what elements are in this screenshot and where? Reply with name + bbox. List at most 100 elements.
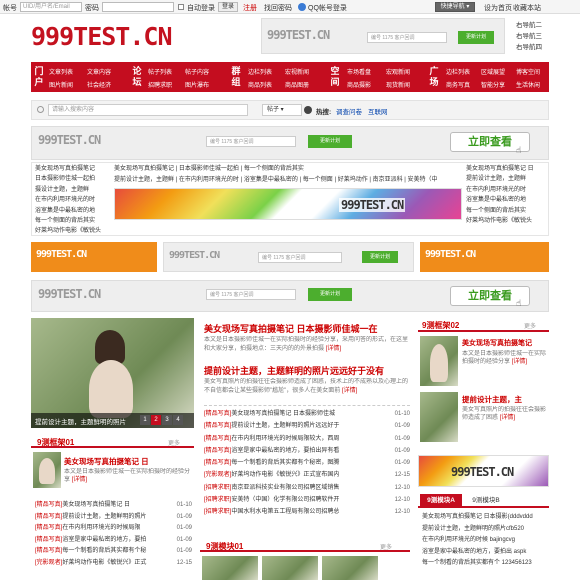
text-ad-item[interactable]: 安美特（中 — [408, 177, 438, 183]
nav-link[interactable]: 帖子内容 — [185, 67, 209, 76]
module1-thumbnail[interactable] — [202, 556, 258, 580]
text-ad-item[interactable]: 美女现场写真拍摄笔记 日 — [466, 164, 548, 174]
tab-module-a[interactable]: 9测模块A — [420, 494, 462, 508]
qq-login-link[interactable]: QQ帐号登录 — [308, 3, 347, 13]
nav-link[interactable]: 区域展望 — [481, 67, 505, 76]
list-item[interactable]: 美女现场写真拍摄笔记 日本摄影(dddvddd — [422, 512, 548, 524]
list-item[interactable]: [精品写真]提前设计主题，主题鲜明的照片远远好于 01-09 — [204, 420, 410, 432]
text-ad-item[interactable]: 好莱坞动作 — [338, 177, 368, 183]
slider-image[interactable] — [31, 318, 194, 428]
headline-title[interactable]: 美女现场写真拍摄笔记 日本摄影师佳城一在 — [204, 322, 410, 335]
site-logo[interactable]: 999TEST.CN — [31, 22, 173, 51]
headline2-title[interactable]: 提前设计主题，主题鲜明的照片远远好于没有 — [204, 364, 410, 377]
frame1-feature-title[interactable]: 美女现场写真拍摄笔记 日 — [64, 456, 192, 467]
list-item[interactable]: [完影观者]好莱坞动作电影《敏锐兴》正式 12-15 — [35, 558, 192, 570]
orange-banner-left[interactable]: 999TEST.CN — [31, 242, 157, 272]
nav-link[interactable]: 现货新闻 — [386, 80, 410, 89]
list-item[interactable]: 每一个制看的背后其实都有个 123456123 — [422, 558, 548, 570]
nav-link[interactable]: 帖子列表 — [148, 67, 172, 76]
ad-band-input[interactable]: 编号 1175 客户回调 — [206, 136, 296, 147]
nav-link[interactable]: 招聘求职 — [148, 80, 172, 89]
nav-link[interactable]: 商品图册 — [285, 80, 309, 89]
text-ad-item[interactable]: 浴室集是中最私密的地 — [466, 195, 548, 205]
text-ad-item[interactable]: 每一个侧面的背后其实 — [466, 206, 548, 216]
frame2-more-link[interactable]: 更多 — [524, 321, 536, 330]
bookmark-link[interactable]: 收藏本站 — [513, 3, 541, 13]
headline-more-link[interactable]: [详情] — [326, 346, 341, 352]
orange-banner-right[interactable]: 999TEST.CN — [420, 242, 549, 272]
list-item[interactable]: [精品写真]每一个制看的背后其实都有个秘 01-09 — [35, 546, 192, 558]
frame2-item2-more[interactable]: [详情] — [500, 415, 515, 421]
text-ad-item[interactable]: 在市内利用环境光的时 — [35, 195, 111, 205]
header-ad[interactable]: 999TEST.CN 编号 1175 客户回调 更新计划 — [261, 18, 505, 54]
find-password-link[interactable]: 找回密码 — [264, 3, 292, 13]
nav-link[interactable]: 文章内容 — [87, 67, 111, 76]
nav-link[interactable]: 生活休闲 — [516, 80, 540, 89]
nav-category-group[interactable]: 群组 — [230, 66, 242, 88]
text-ad-item[interactable]: 每一个侧面的背后其实 — [244, 166, 304, 172]
slider-page-active[interactable]: 2 — [151, 415, 161, 425]
nav-link[interactable]: 图片瀑布 — [185, 80, 209, 89]
frame2-item2-title[interactable]: 提前设计主题，主 — [462, 394, 548, 405]
nav-link[interactable]: 商务写真 — [446, 80, 470, 89]
hot-search-link[interactable]: 互联网 — [368, 106, 388, 116]
right-nav-item[interactable]: 右导航三 — [516, 31, 542, 42]
frame2-thumbnail[interactable] — [420, 336, 458, 386]
nav-category-space[interactable]: 空间 — [329, 66, 341, 88]
slider-page[interactable]: 3 — [162, 415, 172, 425]
list-item[interactable]: [精品写真]美女现场写真拍摄笔记 日 01-10 — [35, 500, 192, 512]
list-item[interactable]: [精品写真]美女现场写真拍摄笔记 日本摄影师佳城 01-10 — [204, 408, 410, 420]
right-rainbow-banner[interactable]: 999TEST.CN — [418, 455, 549, 487]
nav-link[interactable]: 市场看盘 — [347, 67, 371, 76]
frame2-item1-title[interactable]: 美女现场写真拍摄笔记 — [462, 338, 548, 348]
right-nav-item[interactable]: 右导航四 — [516, 42, 542, 53]
banner-middle[interactable]: 999TEST.CN 编号 1175 客户回调 更新计划 — [163, 242, 414, 272]
ad-band-1[interactable]: 999TEST.CN 编号 1175 客户回调 更新计划 立即查看 ☝ — [31, 126, 549, 160]
header-ad-button[interactable]: 更新计划 — [458, 31, 494, 44]
text-ad-item[interactable]: 好莱坞动作电影《敏锐头 — [466, 216, 548, 226]
frame2-thumbnail[interactable] — [420, 392, 458, 442]
list-item[interactable]: [精品写真]在市内利用环境光的时候局限 01-09 — [35, 523, 192, 535]
ad-band-button[interactable]: 更新计划 — [308, 288, 352, 301]
password-input[interactable] — [102, 2, 174, 12]
text-ad-item[interactable]: 美女现场写真拍摄笔记 — [114, 166, 174, 172]
banner-middle-button[interactable]: 更新计划 — [362, 251, 398, 263]
search-submit-icon[interactable] — [304, 106, 312, 114]
nav-link[interactable]: 博客空间 — [516, 67, 540, 76]
text-ad-item[interactable]: 在市内利用环境光的时 — [179, 177, 239, 183]
banner-middle-input[interactable]: 编号 1175 客户回调 — [258, 252, 342, 263]
nav-link[interactable]: 商品摄影 — [347, 80, 371, 89]
text-ad-item[interactable]: 摄设计主题，主题鲜 — [35, 185, 111, 195]
nav-link[interactable]: 社会经济 — [87, 80, 111, 89]
frame1-thumbnail[interactable] — [33, 452, 61, 488]
text-ad-item[interactable]: 浴室集是中最私密的 — [244, 177, 298, 183]
text-ad-item[interactable]: 提前设计主题，主题鲜 — [466, 174, 548, 184]
list-item[interactable]: [招聘求职]中国水利水电第五工程局有限公司招聘总 12-10 — [204, 506, 410, 518]
text-ad-item[interactable]: 好莱坞动作电影《敏锐头 — [35, 226, 111, 236]
list-item[interactable]: [精品写真]浴室是家中最私密的地方，要拍 01-09 — [35, 535, 192, 547]
list-item[interactable]: 提前设计主题，主题鲜明的照片cfb520 — [422, 524, 548, 536]
nav-category-plaza[interactable]: 广场 — [428, 66, 440, 88]
search-type-select[interactable]: 帖子 ▾ — [262, 104, 302, 116]
list-item[interactable]: [精品写真]在市内利用环境光的时候局限较大，西周 01-09 — [204, 433, 410, 445]
text-ad-item[interactable]: 在市内利用环境光的时 — [466, 185, 548, 195]
nav-link[interactable]: 智能分享 — [481, 80, 505, 89]
frame1-more-link[interactable]: 更多 — [168, 438, 180, 447]
module1-thumbnail[interactable] — [262, 556, 318, 580]
list-item[interactable]: [招聘求职]安美特（中国）化学有限公司招聘软件开 12-10 — [204, 494, 410, 506]
search-input[interactable]: 请输入搜索内容 — [48, 104, 248, 116]
text-ad-item[interactable]: 日本摄影师佳城一起拍 — [179, 166, 239, 172]
quick-nav-button[interactable]: 快捷导航 ▾ — [435, 2, 475, 12]
rainbow-banner[interactable]: 999TEST.CN — [114, 188, 462, 220]
ad-band-button[interactable]: 更新计划 — [308, 135, 352, 148]
nav-link[interactable]: 文章列表 — [49, 67, 73, 76]
slider-page[interactable]: 4 — [173, 415, 183, 425]
list-item[interactable]: [精品写真]浴室是家中最私密的地方，要拍出异有看 01-09 — [204, 445, 410, 457]
list-item[interactable]: [完影观者]好莱坞动作电影《敏锐兴》正式宣布国内 12-15 — [204, 469, 410, 481]
set-home-link[interactable]: 设为首页 — [484, 3, 512, 13]
headline2-more-link[interactable]: [详情] — [342, 388, 357, 394]
module1-thumbnail[interactable] — [322, 556, 378, 580]
auto-login-checkbox[interactable] — [178, 4, 184, 10]
ad-band-input[interactable]: 编号 1175 客户回调 — [206, 289, 296, 300]
text-ad-item[interactable]: 每一个侧面的背后其实 — [35, 216, 111, 226]
